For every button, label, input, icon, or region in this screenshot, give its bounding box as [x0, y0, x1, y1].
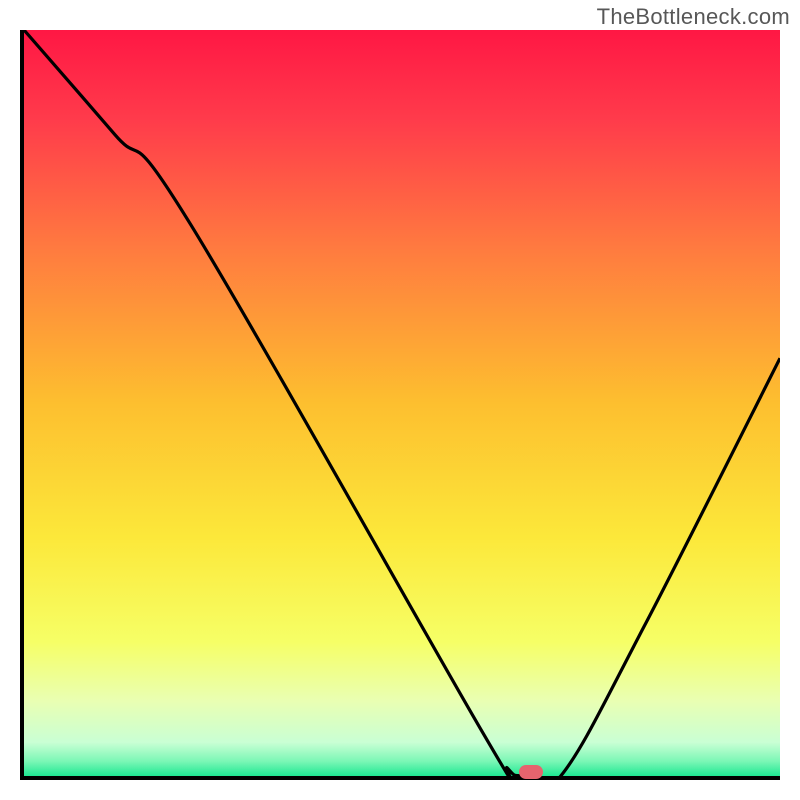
plot-area: [20, 30, 780, 780]
curve-layer: [24, 30, 780, 776]
optimal-marker: [519, 765, 543, 779]
chart-container: TheBottleneck.com: [0, 0, 800, 800]
bottleneck-curve: [24, 30, 780, 776]
watermark-text: TheBottleneck.com: [597, 4, 790, 30]
